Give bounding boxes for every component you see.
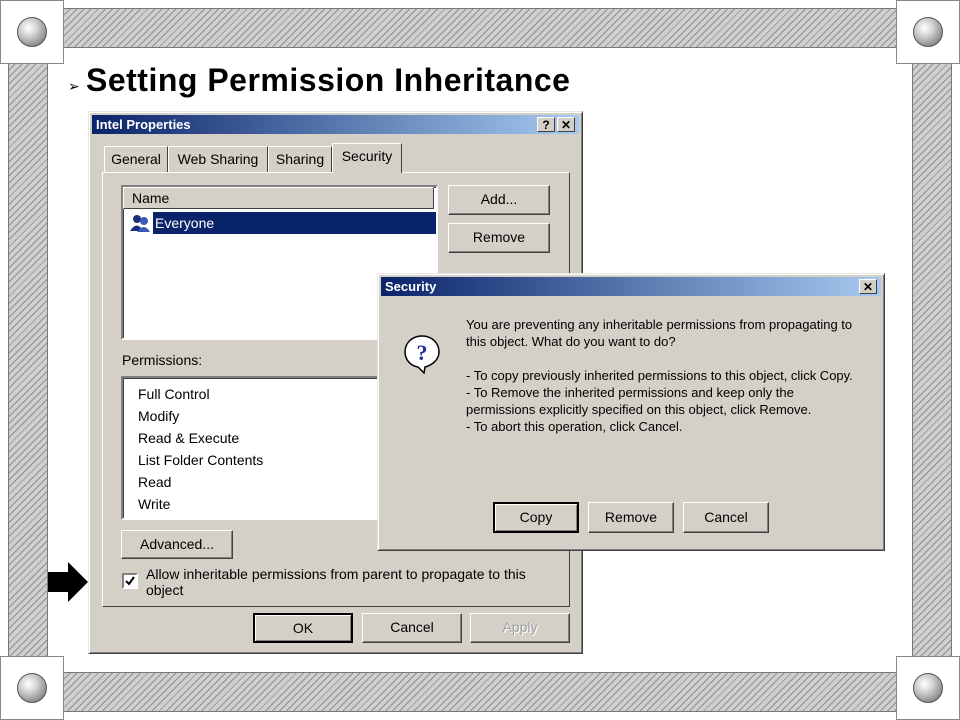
add-button[interactable]: Add... [448,185,550,215]
frame-bottom-bar [40,672,920,712]
advanced-button[interactable]: Advanced... [121,530,233,559]
knob-icon [913,17,943,47]
message-cancel-option: - To abort this operation, click Cancel. [466,419,683,434]
message-remove-option: - To Remove the inherited permissions an… [466,385,812,417]
security-remove-button[interactable]: Remove [588,502,674,533]
bullet-arrow-icon: ➢ [68,78,80,94]
security-titlebar: Security ✕ [381,277,881,296]
permission-modify: Modify [138,408,180,424]
security-close-button[interactable]: ✕ [859,279,877,294]
user-name-everyone: Everyone [153,212,436,234]
remove-user-button[interactable]: Remove [448,223,550,253]
frame-corner-top-right [896,0,960,64]
knob-icon [17,673,47,703]
question-icon: ? [404,335,440,374]
tab-security[interactable]: Security [332,143,402,173]
tab-web-sharing[interactable]: Web Sharing [168,146,268,172]
permission-read: Read [138,474,172,490]
security-cancel-button[interactable]: Cancel [683,502,769,533]
permission-write: Write [138,496,171,512]
message-copy-option: - To copy previously inherited permissio… [466,368,853,383]
frame-right-bar [912,40,952,680]
tab-sharing[interactable]: Sharing [268,146,332,172]
list-item[interactable]: Everyone [125,212,436,234]
knob-icon [17,17,47,47]
copy-button[interactable]: Copy [493,502,579,533]
inherit-checkbox-label[interactable]: Allow inheritable permissions from paren… [146,566,546,598]
frame-left-bar [8,40,48,680]
close-button[interactable]: ✕ [557,117,575,132]
cancel-button[interactable]: Cancel [362,613,462,643]
properties-title: Intel Properties [96,117,191,132]
properties-titlebar: Intel Properties ? ✕ [92,115,579,134]
checkmark-icon [125,576,135,586]
apply-button[interactable]: Apply [470,613,570,643]
slide-title: Setting Permission Inheritance [86,62,571,98]
security-title: Security [385,279,437,294]
permission-read-execute: Read & Execute [138,430,240,446]
user-group-icon [130,215,150,232]
inherit-checkbox[interactable] [122,573,138,589]
security-message: You are preventing any inheritable permi… [466,316,866,435]
frame-corner-bottom-left [0,656,64,720]
name-column-header[interactable]: Name [123,187,434,209]
security-dialog: Security ✕ ? You are preventing any inhe… [377,273,885,551]
pointer-arrow-icon [48,562,88,602]
message-question: You are preventing any inheritable permi… [466,317,853,349]
frame-top-bar [40,8,920,48]
permission-full-control: Full Control [138,386,210,402]
ok-button[interactable]: OK [253,613,353,643]
tab-general[interactable]: General [104,146,168,172]
svg-text:?: ? [417,340,428,365]
permission-list-folder-contents: List Folder Contents [138,452,264,468]
knob-icon [913,673,943,703]
frame-corner-bottom-right [896,656,960,720]
help-button[interactable]: ? [537,117,555,132]
permissions-label: Permissions: [122,352,203,368]
frame-corner-top-left [0,0,64,64]
